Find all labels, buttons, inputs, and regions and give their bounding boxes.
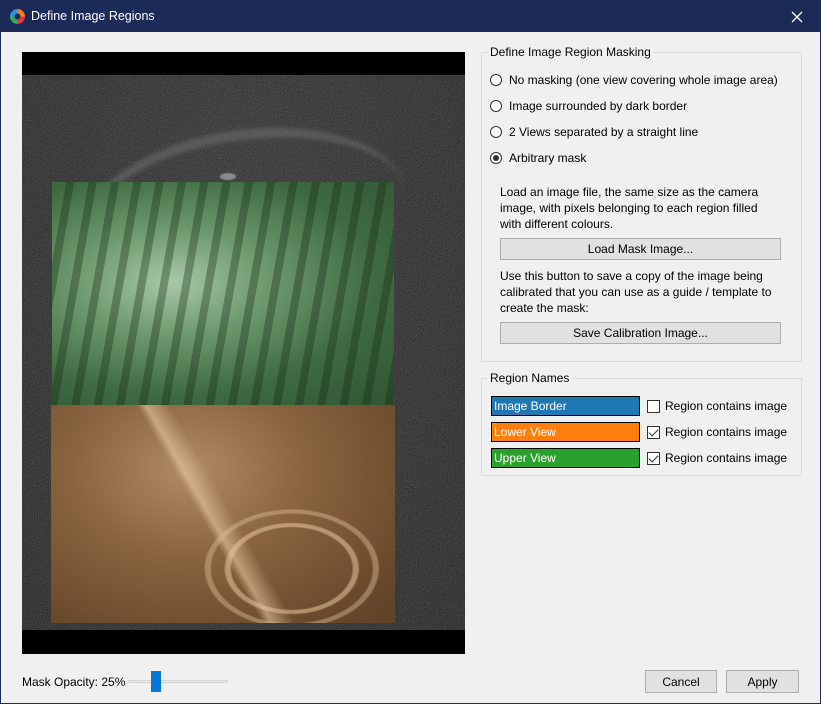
checkbox-upper-view-contains-image[interactable]: Region contains image: [647, 451, 787, 465]
radio-label: No masking (one view covering whole imag…: [509, 73, 778, 87]
region-name-input-upper-view[interactable]: [491, 448, 640, 468]
load-mask-description: Load an image file, the same size as the…: [500, 185, 759, 231]
checkbox-checked[interactable]: [647, 451, 660, 465]
checkbox-label: Region contains image: [665, 399, 788, 413]
radio-arbitrary-mask[interactable]: Arbitrary mask: [490, 151, 586, 165]
app-logo-icon: [10, 9, 25, 24]
checkbox-lower-view-contains-image[interactable]: Region contains image: [647, 425, 787, 439]
radio-button-selected[interactable]: [490, 152, 502, 164]
close-icon: [791, 11, 803, 22]
radio-two-views[interactable]: 2 Views separated by a straight line: [490, 125, 698, 139]
masking-group-title: Define Image Region Masking: [488, 45, 653, 59]
camera-image: [22, 75, 465, 630]
slider-track: [128, 680, 228, 683]
mask-opacity-slider[interactable]: [128, 671, 228, 693]
cancel-button[interactable]: Cancel: [645, 670, 717, 693]
region-names-groupbox: Region Names Region contains image Regio…: [481, 371, 802, 476]
radio-button[interactable]: [490, 74, 502, 86]
checkbox-checked[interactable]: [647, 425, 660, 439]
region-name-input-lower-view[interactable]: [491, 422, 640, 442]
dialog-window: Define Image Regions Define Image Region…: [0, 0, 821, 704]
checkbox-image-border-contains-image[interactable]: Region contains image: [647, 399, 787, 413]
title-bar: Define Image Regions: [1, 1, 820, 32]
close-button[interactable]: [774, 1, 820, 32]
mask-opacity-label: Mask Opacity: 25%: [22, 675, 126, 689]
checkbox[interactable]: [647, 399, 660, 413]
mask-region-lower-view: [51, 405, 395, 623]
checkbox-label: Region contains image: [665, 425, 788, 439]
slider-thumb[interactable]: [151, 671, 161, 692]
radio-label: Image surrounded by dark border: [509, 99, 688, 113]
save-calibration-image-button[interactable]: Save Calibration Image...: [500, 322, 781, 344]
window-title: Define Image Regions: [31, 9, 155, 23]
checkbox-label: Region contains image: [665, 451, 788, 465]
radio-button[interactable]: [490, 100, 502, 112]
radio-label: Arbitrary mask: [509, 151, 587, 165]
load-mask-image-button[interactable]: Load Mask Image...: [500, 238, 781, 260]
calibration-image-preview: [22, 52, 465, 654]
radio-button[interactable]: [490, 126, 502, 138]
region-names-group-title: Region Names: [488, 371, 572, 385]
masking-groupbox: Define Image Region Masking No masking (…: [481, 45, 802, 362]
mask-region-upper-view: [52, 182, 394, 405]
region-name-input-image-border[interactable]: [491, 396, 640, 416]
image-feature-highlight: [220, 173, 236, 180]
apply-button[interactable]: Apply: [726, 670, 799, 693]
save-image-description: Use this button to save a copy of the im…: [500, 269, 772, 315]
radio-label: 2 Views separated by a straight line: [509, 125, 699, 139]
radio-no-masking[interactable]: No masking (one view covering whole imag…: [490, 73, 778, 87]
radio-dark-border[interactable]: Image surrounded by dark border: [490, 99, 687, 113]
